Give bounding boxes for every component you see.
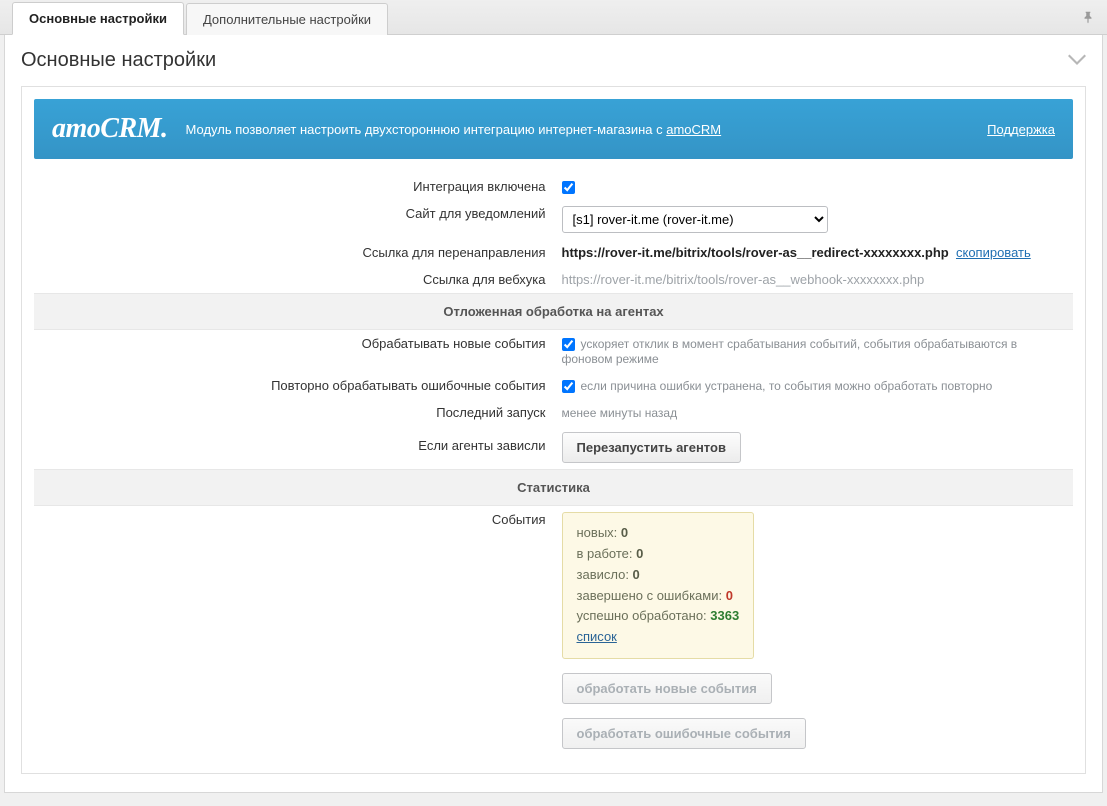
chevron-down-icon[interactable]	[1068, 50, 1086, 71]
logo-part-crm: CRM	[100, 113, 161, 144]
section-header: Основные настройки	[21, 49, 1086, 72]
stats-list-link[interactable]: список	[577, 629, 617, 644]
retry-failed-label: Повторно обрабатывать ошибочные события	[34, 372, 554, 399]
stats-success-value: 3363	[710, 608, 739, 623]
retry-failed-hint: если причина ошибки устранена, то событи…	[581, 379, 993, 393]
stats-new-value: 0	[621, 525, 628, 540]
process-failed-events-button[interactable]: обработать ошибочные события	[562, 718, 806, 749]
last-run-value: менее минуты назад	[562, 406, 678, 420]
stats-hung-label: зависло:	[577, 567, 633, 582]
page-panel: Основные настройки amoCRM. Модуль позвол…	[4, 35, 1103, 793]
settings-table: Интеграция включена Сайт для уведомлений…	[34, 173, 1073, 755]
events-label: События	[34, 506, 554, 755]
stats-hung-value: 0	[633, 567, 640, 582]
process-new-checkbox[interactable]	[562, 338, 575, 351]
integration-enabled-checkbox[interactable]	[562, 181, 575, 194]
banner-text: Модуль позволяет настроить двухстороннюю…	[186, 122, 970, 137]
if-hung-label: Если агенты зависли	[34, 426, 554, 470]
webhook-label: Ссылка для вебхука	[34, 266, 554, 294]
tabs-bar: Основные настройки Дополнительные настро…	[0, 0, 1107, 35]
support-link[interactable]: Поддержка	[987, 122, 1055, 137]
stats-new-label: новых:	[577, 525, 621, 540]
stats-failed-value: 0	[726, 588, 733, 603]
copy-link[interactable]: скопировать	[956, 245, 1031, 260]
restart-agents-button[interactable]: Перезапустить агентов	[562, 432, 741, 463]
stats-success-label: успешно обработано:	[577, 608, 711, 623]
process-new-hint: ускоряет отклик в момент срабатывания со…	[562, 337, 1018, 366]
brand-banner: amoCRM. Модуль позволяет настроить двухс…	[34, 99, 1073, 159]
logo-dot: .	[161, 113, 168, 144]
banner-link-amocrm[interactable]: amoCRM	[666, 122, 721, 137]
logo-part-amo: amo	[52, 113, 100, 144]
logo: amoCRM.	[52, 113, 168, 145]
stats-inwork-value: 0	[636, 546, 643, 561]
agents-section-header: Отложенная обработка на агентах	[34, 294, 1073, 330]
process-new-label: Обрабатывать новые события	[34, 330, 554, 373]
notify-site-select[interactable]: [s1] rover-it.me (rover-it.me)	[562, 206, 828, 233]
retry-failed-checkbox[interactable]	[562, 380, 575, 393]
process-new-events-button[interactable]: обработать новые события	[562, 673, 772, 704]
tab-extra[interactable]: Дополнительные настройки	[186, 3, 388, 35]
settings-card: amoCRM. Модуль позволяет настроить двухс…	[21, 86, 1086, 774]
pin-icon[interactable]	[1081, 10, 1095, 29]
stats-section-header: Статистика	[34, 470, 1073, 506]
webhook-url: https://rover-it.me/bitrix/tools/rover-a…	[562, 272, 925, 287]
page-title: Основные настройки	[21, 49, 216, 72]
stats-inwork-label: в работе:	[577, 546, 637, 561]
tab-main[interactable]: Основные настройки	[12, 2, 184, 35]
stats-box: новых: 0 в работе: 0 зависло: 0 завершен…	[562, 512, 755, 659]
redirect-url: https://rover-it.me/bitrix/tools/rover-a…	[562, 245, 949, 260]
last-run-label: Последний запуск	[34, 399, 554, 426]
redirect-label: Ссылка для перенаправления	[34, 239, 554, 266]
notify-site-label: Сайт для уведомлений	[34, 200, 554, 239]
integration-enabled-label: Интеграция включена	[34, 173, 554, 200]
stats-failed-label: завершено с ошибками:	[577, 588, 726, 603]
banner-text-prefix: Модуль позволяет настроить двухстороннюю…	[186, 122, 667, 137]
